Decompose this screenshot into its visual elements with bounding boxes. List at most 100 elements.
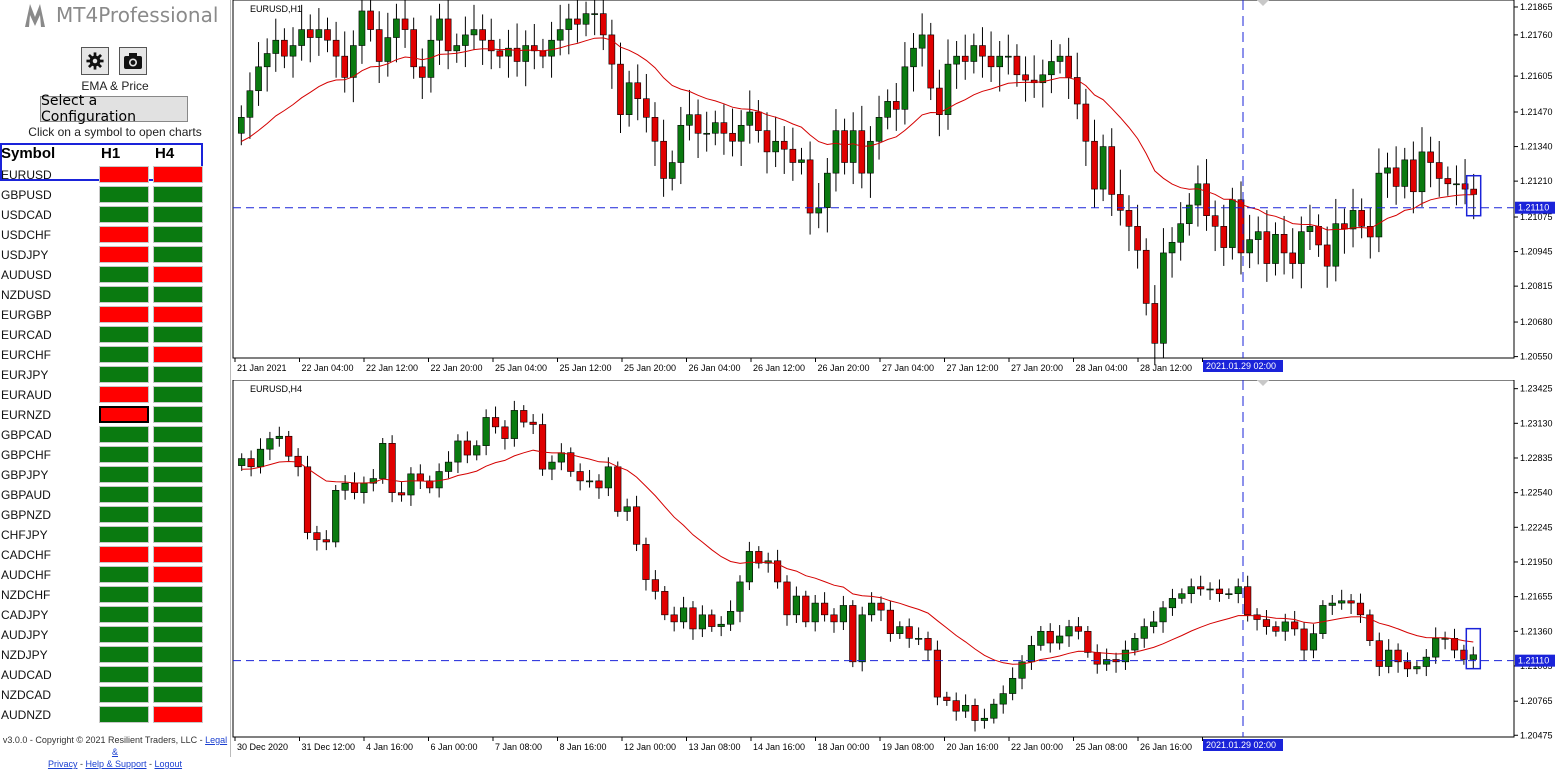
screenshot-button[interactable] bbox=[119, 47, 147, 75]
symbol-label[interactable]: GBPNZD bbox=[1, 508, 51, 522]
h1-trend-cell[interactable] bbox=[99, 606, 149, 623]
symbol-row[interactable]: AUDCAD bbox=[0, 665, 230, 685]
symbol-row[interactable]: GBPNZD bbox=[0, 505, 230, 525]
symbol-row[interactable]: EURUSD bbox=[0, 165, 230, 185]
symbol-label[interactable]: EURCHF bbox=[1, 348, 51, 362]
chart-h1-canvas[interactable]: EURUSD,H1 1.21865 1.21760 1.21605 1.21470 1.2… bbox=[232, 0, 1556, 378]
h4-trend-cell[interactable] bbox=[153, 306, 203, 323]
h1-trend-cell[interactable] bbox=[99, 246, 149, 263]
h4-trend-cell[interactable] bbox=[153, 366, 203, 383]
symbol-row[interactable]: AUDCHF bbox=[0, 565, 230, 585]
h1-trend-cell[interactable] bbox=[99, 526, 149, 543]
privacy-link[interactable]: Privacy bbox=[48, 759, 78, 769]
h4-trend-cell[interactable] bbox=[153, 526, 203, 543]
symbol-row[interactable]: EURGBP bbox=[0, 305, 230, 325]
h4-trend-cell[interactable] bbox=[153, 286, 203, 303]
symbol-label[interactable]: AUDUSD bbox=[1, 268, 52, 282]
chart-h4[interactable]: EURUSD,H4 1.23425 1.23130 1.22835 1.22540 1.2… bbox=[232, 379, 1556, 757]
h1-trend-cell[interactable] bbox=[99, 286, 149, 303]
symbol-row[interactable]: GBPCHF bbox=[0, 445, 230, 465]
h4-trend-cell[interactable] bbox=[153, 406, 203, 423]
h1-trend-cell[interactable] bbox=[99, 326, 149, 343]
symbol-label[interactable]: EURJPY bbox=[1, 368, 48, 382]
h4-trend-cell[interactable] bbox=[153, 346, 203, 363]
h4-trend-cell[interactable] bbox=[153, 486, 203, 503]
h1-trend-cell[interactable] bbox=[99, 186, 149, 203]
symbol-row[interactable]: AUDJPY bbox=[0, 625, 230, 645]
symbol-label[interactable]: EURNZD bbox=[1, 408, 51, 422]
symbol-row[interactable]: CADCHF bbox=[0, 545, 230, 565]
h4-trend-cell[interactable] bbox=[153, 506, 203, 523]
symbol-label[interactable]: NZDUSD bbox=[1, 288, 51, 302]
h1-trend-cell[interactable] bbox=[99, 566, 149, 583]
h1-trend-cell[interactable] bbox=[99, 706, 149, 723]
symbol-label[interactable]: GBPJPY bbox=[1, 468, 48, 482]
symbol-label[interactable]: EURGBP bbox=[1, 308, 52, 322]
h1-trend-cell[interactable] bbox=[99, 406, 149, 423]
symbol-label[interactable]: NZDJPY bbox=[1, 648, 48, 662]
h1-trend-cell[interactable] bbox=[99, 586, 149, 603]
symbol-row[interactable]: NZDCHF bbox=[0, 585, 230, 605]
h1-trend-cell[interactable] bbox=[99, 266, 149, 283]
h4-trend-cell[interactable] bbox=[153, 706, 203, 723]
symbol-label[interactable]: CHFJPY bbox=[1, 528, 48, 542]
symbol-row[interactable]: GBPJPY bbox=[0, 465, 230, 485]
h4-trend-cell[interactable] bbox=[153, 426, 203, 443]
symbol-label[interactable]: AUDCAD bbox=[1, 668, 52, 682]
h4-trend-cell[interactable] bbox=[153, 686, 203, 703]
h4-trend-cell[interactable] bbox=[153, 186, 203, 203]
h4-trend-cell[interactable] bbox=[153, 386, 203, 403]
h1-trend-cell[interactable] bbox=[99, 306, 149, 323]
h1-trend-cell[interactable] bbox=[99, 166, 149, 183]
symbol-label[interactable]: USDJPY bbox=[1, 248, 48, 262]
symbol-row[interactable]: EURJPY bbox=[0, 365, 230, 385]
select-configuration-button[interactable]: Select a Configuration bbox=[40, 93, 188, 125]
h4-trend-cell[interactable] bbox=[153, 226, 203, 243]
h1-trend-cell[interactable] bbox=[99, 426, 149, 443]
symbol-label[interactable]: EURCAD bbox=[1, 328, 52, 342]
symbol-row[interactable]: USDJPY bbox=[0, 245, 230, 265]
symbol-row[interactable]: GBPUSD bbox=[0, 185, 230, 205]
h4-trend-cell[interactable] bbox=[153, 326, 203, 343]
h4-trend-cell[interactable] bbox=[153, 266, 203, 283]
chart-h1[interactable]: EURUSD,H1 1.21865 1.21760 1.21605 1.21470 1.2… bbox=[232, 0, 1556, 378]
symbol-row[interactable]: EURCHF bbox=[0, 345, 230, 365]
h1-trend-cell[interactable] bbox=[99, 626, 149, 643]
symbol-label[interactable]: AUDJPY bbox=[1, 628, 48, 642]
symbol-label[interactable]: USDCAD bbox=[1, 208, 52, 222]
symbol-label[interactable]: NZDCHF bbox=[1, 588, 50, 602]
symbol-label[interactable]: CADCHF bbox=[1, 548, 51, 562]
symbol-label[interactable]: GBPCAD bbox=[1, 428, 52, 442]
h4-trend-cell[interactable] bbox=[153, 246, 203, 263]
h1-trend-cell[interactable] bbox=[99, 546, 149, 563]
h4-trend-cell[interactable] bbox=[153, 206, 203, 223]
h1-trend-cell[interactable] bbox=[99, 646, 149, 663]
symbol-row[interactable]: EURAUD bbox=[0, 385, 230, 405]
symbol-label[interactable]: GBPCHF bbox=[1, 448, 51, 462]
symbol-row[interactable]: EURNZD bbox=[0, 405, 230, 425]
h4-trend-cell[interactable] bbox=[153, 606, 203, 623]
symbol-label[interactable]: GBPAUD bbox=[1, 488, 51, 502]
h1-trend-cell[interactable] bbox=[99, 686, 149, 703]
symbol-row[interactable]: GBPCAD bbox=[0, 425, 230, 445]
h1-trend-cell[interactable] bbox=[99, 226, 149, 243]
h4-trend-cell[interactable] bbox=[153, 466, 203, 483]
symbol-row[interactable]: AUDUSD bbox=[0, 265, 230, 285]
symbol-row[interactable]: USDCAD bbox=[0, 205, 230, 225]
symbol-label[interactable]: NZDCAD bbox=[1, 688, 51, 702]
h1-trend-cell[interactable] bbox=[99, 666, 149, 683]
symbol-label[interactable]: EURAUD bbox=[1, 388, 52, 402]
h4-trend-cell[interactable] bbox=[153, 626, 203, 643]
h1-trend-cell[interactable] bbox=[99, 486, 149, 503]
h4-trend-cell[interactable] bbox=[153, 666, 203, 683]
h4-trend-cell[interactable] bbox=[153, 166, 203, 183]
symbol-label[interactable]: USDCHF bbox=[1, 228, 51, 242]
h1-trend-cell[interactable] bbox=[99, 366, 149, 383]
h4-trend-cell[interactable] bbox=[153, 546, 203, 563]
help-support-link[interactable]: Help & Support bbox=[85, 759, 146, 769]
symbol-row[interactable]: GBPAUD bbox=[0, 485, 230, 505]
h1-trend-cell[interactable] bbox=[99, 466, 149, 483]
symbol-row[interactable]: NZDJPY bbox=[0, 645, 230, 665]
symbol-label[interactable]: CADJPY bbox=[1, 608, 48, 622]
symbol-row[interactable]: CHFJPY bbox=[0, 525, 230, 545]
